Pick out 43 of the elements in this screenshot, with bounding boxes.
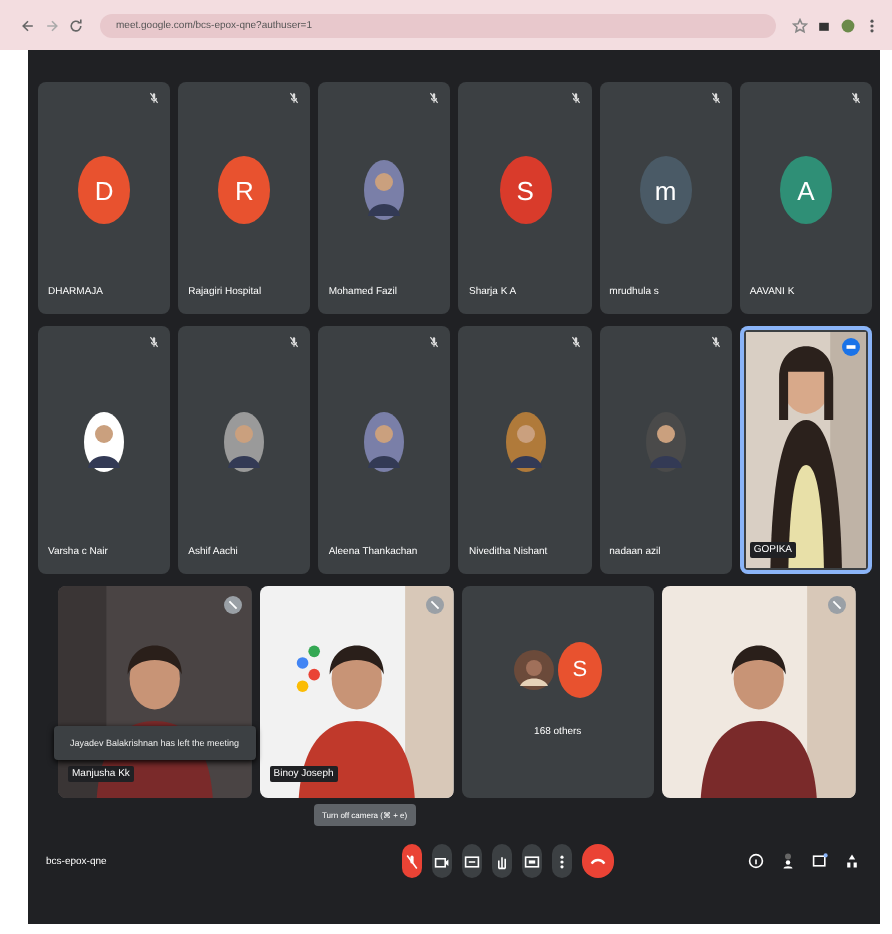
muted-mic-icon: [425, 596, 443, 614]
captions-button[interactable]: [461, 844, 481, 878]
muted-mic-icon: [288, 336, 301, 348]
muted-mic-icon: [428, 336, 441, 348]
muted-mic-icon: [148, 92, 161, 104]
microphone-off-icon: [403, 853, 419, 869]
chat-icon[interactable]: [812, 852, 828, 870]
muted-mic-icon: [828, 596, 846, 614]
initial-avatar: D: [78, 156, 131, 224]
camera-icon: [433, 853, 449, 869]
camera-button[interactable]: [431, 844, 451, 878]
muted-mic-icon: [709, 92, 722, 104]
profile-icon[interactable]: [840, 17, 856, 33]
reload-icon[interactable]: [68, 17, 84, 33]
people-icon[interactable]: [780, 852, 796, 870]
initial-avatar: A: [779, 156, 832, 224]
muted-mic-icon: [223, 596, 242, 614]
leave-button[interactable]: [581, 844, 613, 878]
muted-mic-icon: [148, 336, 161, 348]
extension-icon[interactable]: [816, 17, 832, 33]
muted-mic-icon: [288, 92, 301, 104]
star-icon[interactable]: [792, 17, 808, 33]
mic-button[interactable]: [401, 844, 421, 878]
captions-icon: [463, 853, 479, 869]
phone-icon: [589, 853, 605, 869]
muted-mic-icon: [569, 336, 582, 348]
back-icon[interactable]: [20, 17, 36, 33]
activities-icon[interactable]: [844, 852, 860, 870]
pin-icon[interactable]: [841, 338, 860, 356]
screen-icon: [523, 853, 539, 869]
hand-button[interactable]: [491, 844, 511, 878]
initial-avatar: S: [499, 156, 552, 224]
hand-icon: [493, 853, 509, 869]
initial-avatar: S: [557, 642, 602, 698]
info-icon[interactable]: [748, 852, 764, 870]
initial-avatar: R: [218, 156, 271, 224]
muted-mic-icon: [849, 92, 862, 104]
muted-mic-icon: [428, 92, 441, 104]
muted-mic-icon: [569, 92, 582, 104]
muted-mic-icon: [709, 336, 722, 348]
present-button[interactable]: [521, 844, 541, 878]
more-button[interactable]: [551, 844, 571, 878]
initial-avatar: m: [639, 156, 692, 224]
